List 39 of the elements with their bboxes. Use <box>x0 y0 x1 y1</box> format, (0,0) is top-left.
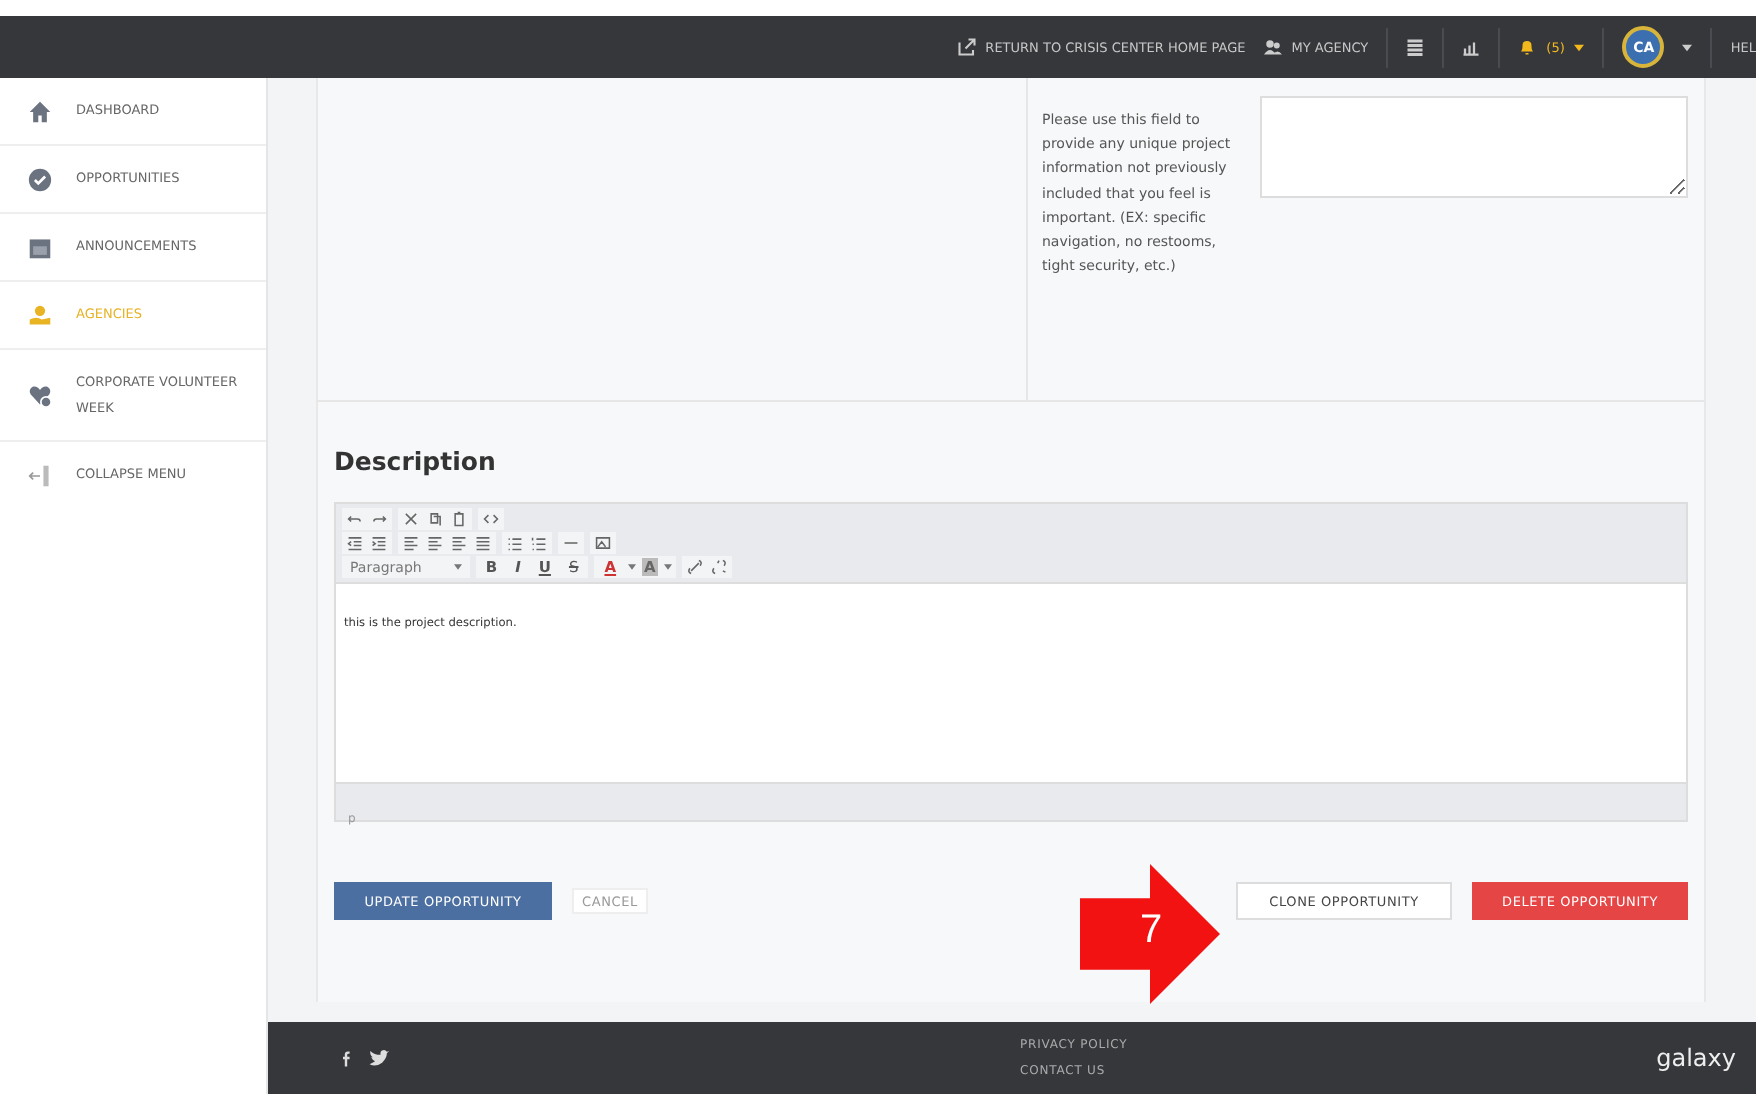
list-icon[interactable] <box>1406 38 1425 56</box>
caret-icon[interactable] <box>1682 43 1693 51</box>
outdent-icon[interactable] <box>346 534 364 552</box>
facebook-icon[interactable] <box>340 1048 352 1068</box>
bell-icon <box>1518 38 1537 56</box>
paste-icon[interactable] <box>450 510 468 528</box>
caret-icon[interactable] <box>663 564 672 570</box>
align-icon[interactable] <box>402 534 420 552</box>
unlink-icon[interactable] <box>709 558 728 576</box>
people-icon <box>1263 38 1282 56</box>
annotation-arrow: 7 <box>1080 864 1220 1004</box>
check-circle-icon <box>28 167 52 191</box>
section-heading: Description <box>334 446 498 476</box>
indent-icon[interactable] <box>370 534 388 552</box>
align-icon[interactable] <box>450 534 468 552</box>
house-icon <box>28 99 52 123</box>
copy-icon[interactable] <box>426 510 444 528</box>
link-icon[interactable] <box>685 558 704 576</box>
caret-icon[interactable] <box>628 564 637 570</box>
justify-icon[interactable] <box>474 534 492 552</box>
collapse-arrow-icon <box>28 463 52 487</box>
numbers-icon[interactable] <box>530 534 548 552</box>
calendar-icon <box>28 235 52 259</box>
caret-icon <box>453 564 462 570</box>
redo-icon[interactable] <box>370 510 388 528</box>
bird-icon[interactable] <box>368 1048 390 1068</box>
caret-icon <box>1574 43 1585 51</box>
cut-icon[interactable] <box>402 510 420 528</box>
undo-icon[interactable] <box>346 510 364 528</box>
heart-icon <box>28 383 52 407</box>
unique-info-field[interactable] <box>1260 96 1688 198</box>
image-icon[interactable] <box>594 534 612 552</box>
align-icon[interactable] <box>426 534 444 552</box>
code-icon[interactable] <box>482 510 500 528</box>
hand-icon <box>28 303 52 327</box>
exit-icon <box>957 38 976 56</box>
bullets-icon[interactable] <box>506 534 524 552</box>
chart-icon[interactable] <box>1462 38 1481 56</box>
logo[interactable]: galaxy <box>1656 1044 1736 1072</box>
